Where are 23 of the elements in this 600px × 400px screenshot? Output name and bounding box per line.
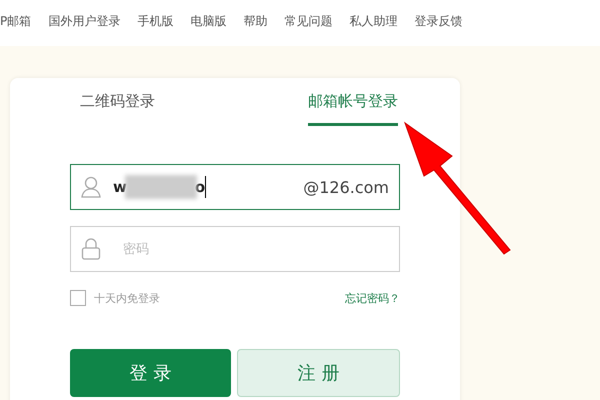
text-cursor — [205, 176, 206, 198]
nav-link[interactable]: 手机版 — [137, 12, 174, 30]
password-field[interactable]: 密码 — [70, 226, 400, 272]
login-tab[interactable]: 二维码登录 — [80, 92, 155, 126]
login-button[interactable]: 登 录 — [70, 349, 231, 397]
nav-link[interactable]: 电脑版 — [190, 12, 226, 30]
lock-icon — [81, 238, 101, 260]
nav-link[interactable]: 帮助 — [243, 12, 268, 30]
nav-link[interactable]: 登录反馈 — [414, 12, 462, 30]
user-icon — [81, 176, 101, 198]
forgot-password-link[interactable]: 忘记密码？ — [345, 290, 400, 306]
nav-link[interactable]: 常见问题 — [284, 12, 332, 30]
nav-link[interactable]: 国外用户登录 — [48, 12, 120, 30]
login-tab[interactable]: 邮箱帐号登录 — [308, 92, 398, 126]
email-value: o — [194, 178, 206, 196]
register-button[interactable]: 注 册 — [237, 349, 400, 397]
email-domain: @126.com — [303, 178, 389, 196]
remember-label: 十天内免登录 — [94, 290, 160, 306]
email-value: w — [113, 178, 127, 196]
remember-checkbox[interactable] — [70, 290, 86, 306]
email-field[interactable]: w o @126.com — [70, 164, 400, 210]
nav-link[interactable]: 私人助理 — [349, 12, 398, 30]
nav-link[interactable]: P邮箱 — [0, 12, 32, 30]
